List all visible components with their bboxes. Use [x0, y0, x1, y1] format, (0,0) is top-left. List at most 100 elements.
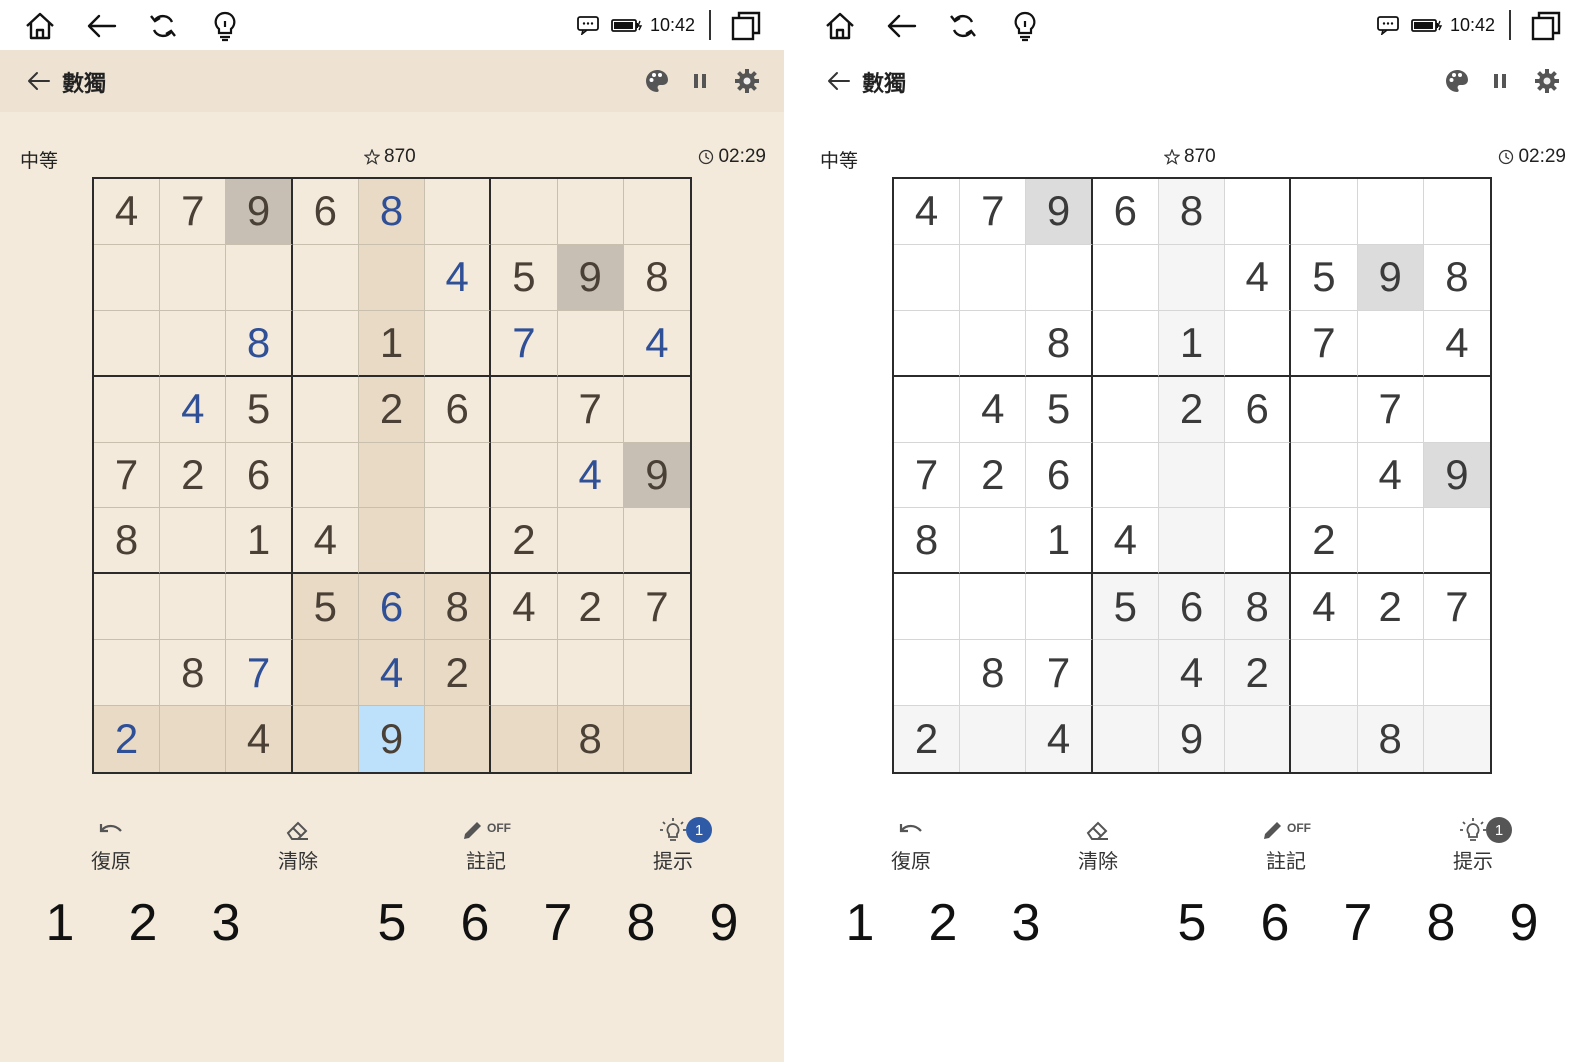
sudoku-cell[interactable]: 9 [358, 706, 426, 772]
sudoku-cell[interactable] [160, 244, 227, 311]
refresh-icon[interactable] [945, 8, 981, 44]
home-icon[interactable] [22, 8, 58, 44]
sudoku-cell[interactable]: 5 [491, 244, 558, 311]
sudoku-cell[interactable]: 1 [226, 508, 293, 575]
sudoku-cell[interactable] [358, 508, 426, 575]
sudoku-cell[interactable]: 1 [1026, 508, 1093, 575]
sudoku-cell[interactable] [1092, 706, 1159, 772]
sudoku-cell[interactable] [425, 179, 492, 245]
sudoku-cell[interactable] [1026, 574, 1093, 641]
sudoku-cell[interactable]: 4 [1357, 442, 1424, 509]
sudoku-cell[interactable] [1291, 706, 1358, 772]
sudoku-cell[interactable]: 7 [491, 310, 558, 377]
undo-button[interactable]: 復原 [61, 815, 161, 875]
number-key[interactable]: 8 [1411, 888, 1471, 958]
gear-icon[interactable] [732, 66, 762, 96]
sudoku-cell[interactable] [1092, 640, 1159, 707]
notes-button[interactable]: OFF 註記 [436, 815, 536, 875]
sudoku-cell[interactable] [425, 442, 492, 509]
sudoku-cell[interactable] [1291, 640, 1358, 707]
sudoku-cell[interactable] [94, 574, 161, 641]
sudoku-cell[interactable] [94, 310, 161, 377]
sudoku-cell[interactable]: 4 [160, 376, 227, 443]
number-key[interactable]: 1 [30, 888, 90, 958]
sudoku-cell[interactable] [491, 442, 558, 509]
sudoku-cell[interactable]: 4 [894, 179, 961, 245]
sudoku-cell[interactable]: 4 [960, 376, 1027, 443]
sudoku-cell[interactable]: 4 [1158, 640, 1226, 707]
sudoku-cell[interactable] [491, 640, 558, 707]
sudoku-cell[interactable]: 6 [425, 376, 492, 443]
sudoku-cell[interactable]: 8 [894, 508, 961, 575]
sudoku-cell[interactable]: 7 [1291, 310, 1358, 377]
sudoku-cell[interactable] [425, 310, 492, 377]
sudoku-cell[interactable] [1092, 442, 1159, 509]
sudoku-cell[interactable]: 9 [1158, 706, 1226, 772]
sudoku-cell[interactable] [1026, 244, 1093, 311]
sudoku-cell[interactable] [623, 179, 690, 245]
number-key[interactable]: 2 [913, 888, 973, 958]
number-key[interactable]: 9 [694, 888, 754, 958]
sudoku-cell[interactable] [94, 376, 161, 443]
number-key[interactable]: 7 [528, 888, 588, 958]
sudoku-cell[interactable]: 8 [623, 245, 690, 311]
sudoku-cell[interactable]: 7 [557, 376, 624, 443]
home-icon[interactable] [822, 8, 858, 44]
sudoku-cell[interactable] [557, 179, 624, 245]
sudoku-cell[interactable]: 2 [160, 442, 227, 509]
sudoku-cell[interactable]: 4 [1423, 311, 1490, 377]
sudoku-cell[interactable]: 5 [226, 376, 293, 443]
sudoku-cell[interactable] [1291, 179, 1358, 245]
lightbulb-icon[interactable] [1007, 8, 1043, 44]
sudoku-cell[interactable] [1225, 508, 1292, 575]
sudoku-cell[interactable] [1423, 377, 1490, 443]
sudoku-cell[interactable] [1092, 244, 1159, 311]
sudoku-cell[interactable]: 1 [1158, 310, 1226, 377]
sudoku-cell[interactable] [1158, 244, 1226, 311]
back-arrow-icon[interactable] [26, 68, 52, 94]
undo-button[interactable]: 復原 [861, 815, 961, 875]
window-icon[interactable] [728, 8, 764, 44]
sudoku-cell[interactable]: 6 [226, 442, 293, 509]
sudoku-cell[interactable]: 4 [292, 508, 359, 575]
sudoku-cell[interactable] [960, 706, 1027, 772]
sudoku-cell[interactable]: 7 [94, 442, 161, 509]
sudoku-cell[interactable]: 8 [1026, 310, 1093, 377]
erase-button[interactable]: 清除 [1048, 815, 1148, 875]
sudoku-cell[interactable]: 4 [358, 640, 426, 707]
sudoku-cell[interactable]: 2 [1225, 640, 1292, 707]
hint-button[interactable]: 1 提示 [623, 815, 723, 875]
number-key[interactable]: 3 [996, 888, 1056, 958]
sudoku-cell[interactable]: 8 [557, 706, 624, 772]
number-key[interactable]: 6 [445, 888, 505, 958]
sudoku-cell[interactable]: 7 [894, 442, 961, 509]
sudoku-cell[interactable]: 6 [292, 179, 359, 245]
sudoku-cell[interactable]: 8 [1225, 574, 1292, 641]
sudoku-cell[interactable]: 7 [1357, 376, 1424, 443]
sudoku-cell[interactable] [292, 310, 359, 377]
sudoku-cell[interactable] [1357, 508, 1424, 575]
sudoku-cell[interactable] [94, 244, 161, 311]
sudoku-cell[interactable] [160, 574, 227, 641]
sudoku-cell[interactable] [557, 508, 624, 575]
sudoku-cell[interactable]: 2 [894, 706, 961, 772]
sudoku-cell[interactable] [491, 706, 558, 772]
sudoku-cell[interactable] [94, 640, 161, 707]
back-arrow-icon[interactable] [826, 68, 852, 94]
sudoku-cell[interactable] [557, 640, 624, 707]
sudoku-cell[interactable] [292, 244, 359, 311]
sudoku-cell[interactable] [623, 377, 690, 443]
sudoku-cell[interactable]: 9 [226, 179, 293, 245]
sudoku-cell[interactable]: 4 [1225, 244, 1292, 311]
sudoku-cell[interactable] [358, 244, 426, 311]
sudoku-cell[interactable]: 2 [358, 376, 426, 443]
sudoku-cell[interactable]: 5 [1026, 376, 1093, 443]
hint-button[interactable]: 1 提示 [1423, 815, 1523, 875]
sudoku-cell[interactable] [1423, 706, 1490, 772]
sudoku-cell[interactable] [1225, 179, 1292, 245]
sudoku-cell[interactable]: 5 [292, 574, 359, 641]
sudoku-cell[interactable]: 8 [358, 179, 426, 245]
sudoku-cell[interactable]: 2 [1291, 508, 1358, 575]
sudoku-cell[interactable]: 7 [1423, 574, 1490, 641]
sudoku-cell[interactable] [1225, 310, 1292, 377]
